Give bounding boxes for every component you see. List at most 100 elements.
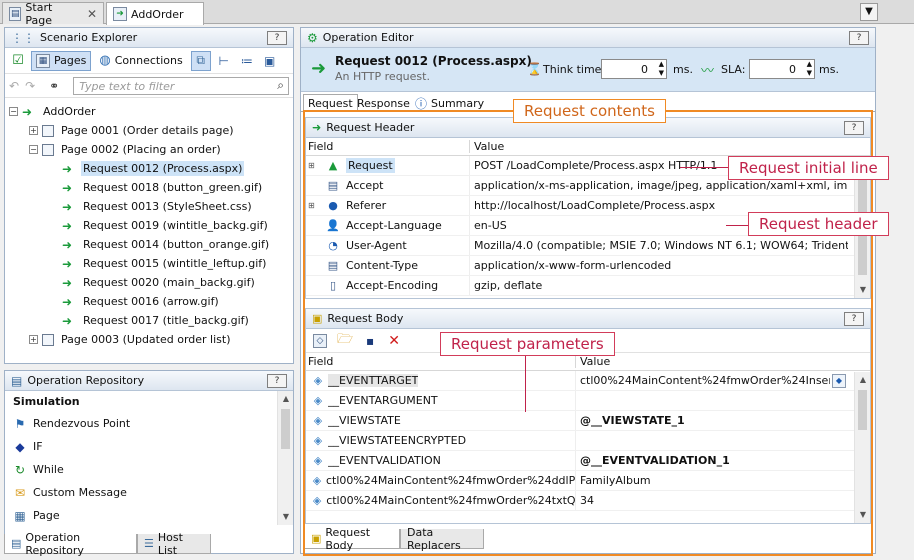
tree-item[interactable]: ➜ Request 0017 (title_backg.gif): [5, 311, 293, 330]
binoculars-icon[interactable]: ⚭: [49, 79, 59, 93]
tree-view-button[interactable]: ⊢: [214, 51, 234, 71]
connections-view-button[interactable]: ◍ Connections: [94, 51, 187, 71]
tree-item[interactable]: ➜ Request 0015 (wintitle_leftup.gif): [5, 254, 293, 273]
request-initial-line-callout: Request initial line: [728, 156, 889, 180]
explorer-icon: ⋮⋮: [11, 30, 35, 45]
page-icon: [42, 333, 54, 346]
scroll-up-arrow[interactable]: ▲: [278, 391, 294, 407]
page-icon: [42, 124, 54, 137]
tree-item[interactable]: ➜ Request 0012 (Process.aspx): [5, 159, 293, 178]
repository-item[interactable]: ▦ Page: [5, 504, 293, 527]
request-title: Request 0012 (Process.aspx): [335, 54, 532, 68]
request-contents-callout: Request contents: [513, 99, 666, 123]
filter-input[interactable]: Type text to filter ⌕: [73, 76, 289, 95]
sla-input[interactable]: 0 ▲ ▼: [749, 59, 815, 79]
repository-item[interactable]: ⚑ Rendezvous Point: [5, 412, 293, 435]
tree-item-label: Request 0020 (main_backg.gif): [83, 276, 255, 289]
pages-view-button[interactable]: ▦ Pages: [31, 50, 92, 71]
scroll-down-arrow[interactable]: ▼: [278, 509, 294, 525]
editor-icon: ⚙: [307, 30, 318, 45]
scenario-icon: ➜: [113, 7, 127, 21]
spinner-icon[interactable]: ▲ ▼: [807, 60, 812, 78]
tab-host-list[interactable]: ☰ Host List: [137, 530, 211, 557]
expander-icon[interactable]: +: [29, 335, 38, 344]
tree-item[interactable]: + Page 0001 (Order details page): [5, 121, 293, 140]
expander-icon[interactable]: +: [29, 126, 38, 135]
panel-title: Operation Editor: [322, 31, 414, 44]
help-button[interactable]: ?: [267, 373, 287, 388]
if-icon: ◆: [15, 439, 25, 454]
editor-title-bar: ⚙ Operation Editor ?: [301, 28, 875, 48]
scroll-thumb[interactable]: [281, 409, 290, 449]
redo-icon[interactable]: ↷: [25, 79, 35, 93]
while-icon: ↻: [14, 462, 26, 477]
scenario-explorer-panel: ⋮⋮ Scenario Explorer ? ☑ ▦ Pages ◍ Conne…: [4, 27, 294, 364]
page-icon: ▦: [14, 508, 26, 523]
think-time-input[interactable]: 0 ▲ ▼: [601, 59, 667, 79]
tree-item-label: Request 0013 (StyleSheet.css): [83, 200, 252, 213]
tree-item[interactable]: ➜ Request 0013 (StyleSheet.css): [5, 197, 293, 216]
tree-item[interactable]: ➜ Request 0018 (button_green.gif): [5, 178, 293, 197]
request-icon: ➜: [62, 294, 73, 309]
tab-operation-repository[interactable]: ▤ Operation Repository: [4, 531, 137, 557]
tree-item-label: Request 0017 (title_backg.gif): [83, 314, 249, 327]
expander-icon[interactable]: −: [29, 145, 38, 154]
spinner-icon[interactable]: ▲ ▼: [659, 60, 664, 78]
repository-item[interactable]: ↻ While: [5, 458, 293, 481]
request-icon: ➜: [62, 218, 73, 233]
tree-item[interactable]: − Page 0002 (Placing an order): [5, 140, 293, 159]
tree-item[interactable]: ➜ Request 0020 (main_backg.gif): [5, 273, 293, 292]
undo-icon[interactable]: ↶: [9, 79, 19, 93]
repository-title-bar: ▤ Operation Repository ?: [5, 371, 293, 391]
tab-addorder[interactable]: ➜ AddOrder: [106, 2, 204, 25]
host-list-icon: ☰: [144, 537, 154, 550]
tree-item-label: Request 0014 (button_orange.gif): [83, 238, 270, 251]
settings-button[interactable]: ▣: [260, 51, 280, 71]
tab-label: Host List: [157, 530, 183, 557]
tab-start-page[interactable]: ▤ Start Page ✕: [2, 1, 104, 27]
copy-button[interactable]: ⧉: [190, 50, 211, 71]
callout-line: [525, 356, 526, 412]
close-icon[interactable]: ✕: [87, 7, 97, 21]
rendezvous-icon: ⚑: [14, 416, 26, 431]
tree-item[interactable]: ➜ Request 0014 (button_orange.gif): [5, 235, 293, 254]
repository-item[interactable]: ✉ Custom Message: [5, 481, 293, 504]
tree-item-label: Request 0012 (Process.aspx): [81, 161, 245, 176]
repository-list: Simulation ⚑ Rendezvous Point ◆ IF ↻ While ✉ Cu…: [5, 391, 293, 525]
request-header-callout: Request header: [748, 212, 889, 236]
tab-summary[interactable]: ⓘ Summary: [411, 95, 488, 111]
operation-repository-panel: ▤ Operation Repository ? Simulation ⚑ Ren…: [4, 370, 294, 554]
sla-value: 0: [789, 63, 796, 76]
tree-item[interactable]: ➜ Request 0019 (wintitle_backg.gif): [5, 216, 293, 235]
tabs-dropdown-button[interactable]: ▼: [860, 3, 878, 21]
expander-icon[interactable]: −: [9, 107, 18, 116]
panel-title: Operation Repository: [27, 374, 145, 387]
home-page-icon: ▤: [9, 6, 22, 21]
tree-item-label: Page 0001 (Order details page): [61, 124, 234, 137]
tab-label: Response: [357, 97, 410, 110]
tab-response[interactable]: Response: [353, 95, 414, 111]
think-time-value: 0: [641, 63, 648, 76]
panel-title: Scenario Explorer: [40, 31, 138, 44]
tree-item[interactable]: − ➜ AddOrder: [5, 102, 293, 121]
request-icon: ➜: [62, 313, 73, 328]
request-icon: ➜: [62, 237, 73, 252]
repository-scrollbar[interactable]: ▲ ▼: [277, 391, 293, 525]
info-icon: ⓘ: [415, 96, 428, 111]
flat-view-button[interactable]: ≔: [237, 51, 257, 71]
repository-tab-icon: ▤: [11, 537, 22, 550]
tab-label: AddOrder: [131, 7, 184, 21]
help-button[interactable]: ?: [849, 30, 869, 45]
search-icon[interactable]: ⌕: [277, 78, 284, 93]
tree-item[interactable]: ➜ Request 0016 (arrow.gif): [5, 292, 293, 311]
help-button[interactable]: ?: [267, 30, 287, 45]
filter-toolbar: ↶ ↷ ⚭ Type text to filter ⌕: [5, 74, 293, 98]
list-icon: ≔: [240, 53, 253, 68]
repository-item[interactable]: ◆ IF: [5, 435, 293, 458]
tab-label: Request: [308, 97, 353, 110]
check-button[interactable]: ☑: [8, 51, 28, 71]
tree-item-label: Request 0015 (wintitle_leftup.gif): [83, 257, 267, 270]
tree-icon: ⊢: [218, 53, 229, 68]
filter-placeholder: Type text to filter: [79, 79, 175, 93]
tree-item[interactable]: + Page 0003 (Updated order list): [5, 330, 293, 349]
